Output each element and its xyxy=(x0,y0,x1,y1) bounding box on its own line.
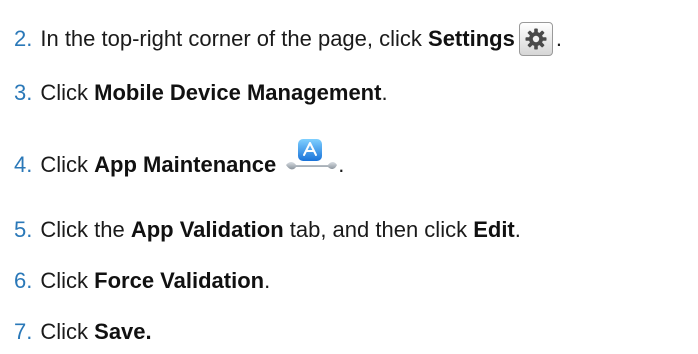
step-text: Click the App Validation tab, and then c… xyxy=(40,219,521,241)
text-segment: . xyxy=(555,26,562,51)
ui-term-edit: Edit xyxy=(473,217,515,242)
text-segment: Click xyxy=(40,319,95,344)
ui-term-force-validation: Force Validation xyxy=(94,268,265,293)
step-text: Click Force Validation. xyxy=(40,270,270,292)
step-number: 4. xyxy=(14,152,33,177)
text-segment: . xyxy=(264,268,271,293)
text-segment: . xyxy=(338,152,345,177)
ui-term-app-validation: App Validation xyxy=(130,217,284,242)
step-number: 5. xyxy=(14,217,33,242)
text-segment: Click xyxy=(40,80,95,105)
step-2: 2. In the top-right corner of the page, … xyxy=(14,22,562,56)
step-text: Click Mobile Device Management. xyxy=(40,82,387,104)
step-text: Click App Maintenance xyxy=(40,154,276,176)
step-text: Click Save. xyxy=(40,321,151,343)
text-segment: In the top-right corner of the page, cli… xyxy=(40,26,429,51)
step-4: 4. Click App Maintenance . xyxy=(14,138,344,176)
step-3: 3. Click Mobile Device Management. xyxy=(14,82,388,104)
step-number: 3. xyxy=(14,80,33,105)
text-segment: tab, and then click xyxy=(283,217,474,242)
text-segment: Click xyxy=(40,152,95,177)
ui-term-mobile-device-management: Mobile Device Management xyxy=(94,80,382,105)
step-text: In the top-right corner of the page, cli… xyxy=(40,28,514,50)
ui-term-save: Save. xyxy=(94,319,152,344)
step-5: 5. Click the App Validation tab, and the… xyxy=(14,219,521,241)
step-6: 6. Click Force Validation. xyxy=(14,270,270,292)
step-number: 6. xyxy=(14,268,33,293)
step-number: 2. xyxy=(14,26,33,51)
app-maintenance-icon xyxy=(284,138,338,176)
text-segment: . xyxy=(381,80,388,105)
text-segment: Click the xyxy=(40,217,131,242)
step-7: 7. Click Save. xyxy=(14,321,152,343)
step-number: 7. xyxy=(14,319,33,344)
instruction-steps: 2. In the top-right corner of the page, … xyxy=(0,0,698,354)
text-segment: . xyxy=(514,217,521,242)
settings-gear-icon xyxy=(518,22,553,56)
text-segment: Click xyxy=(40,268,95,293)
ui-term-app-maintenance: App Maintenance xyxy=(94,152,277,177)
ui-term-settings: Settings xyxy=(428,26,515,51)
